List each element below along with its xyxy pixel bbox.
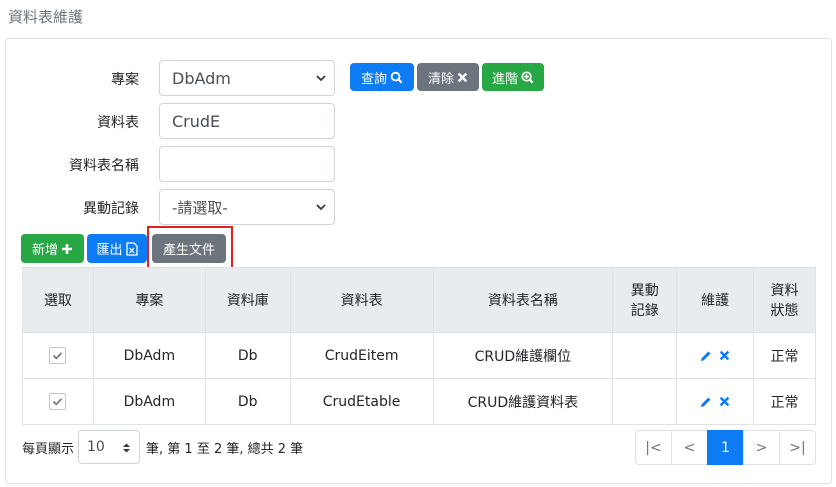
row-project-cell: DbAdm <box>92 378 206 425</box>
sort-caret-icon <box>123 443 131 453</box>
highlight-box <box>147 226 233 271</box>
delete-icon[interactable] <box>719 350 730 361</box>
search-icon <box>390 71 403 83</box>
col-status-header: 資料 狀態 <box>753 267 816 333</box>
row-table-name-cell: CRUD維護欄位 <box>432 332 614 379</box>
row-table-cell: CrudEtable <box>289 378 434 425</box>
row-change-cell <box>612 378 678 425</box>
row-change-cell <box>612 332 678 379</box>
export-button-label: 匯出 <box>96 243 123 258</box>
page-next-button[interactable]: > <box>743 430 780 465</box>
col-change-log-line1: 異動 <box>630 283 659 299</box>
row-maintain-cell <box>676 332 755 379</box>
excel-file-icon <box>125 241 138 256</box>
col-project-header: 專案 <box>92 267 206 333</box>
row-select-cell <box>22 332 94 379</box>
query-button-label: 查詢 <box>360 71 387 87</box>
table-row: DbAdm Db CrudEtable CRUD維護資料表 正常 <box>22 378 816 425</box>
row-status-cell: 正常 <box>753 378 816 425</box>
page-first-button[interactable]: |< <box>635 430 672 465</box>
export-button[interactable]: 匯出 <box>87 234 147 263</box>
chevron-down-icon <box>316 204 326 211</box>
delete-icon[interactable] <box>719 396 730 407</box>
row-maintain-cell <box>676 378 755 425</box>
col-status-line2: 狀態 <box>770 303 799 319</box>
col-change-log-header: 異動 記錄 <box>612 267 678 333</box>
col-table-name-header: 資料表名稱 <box>432 267 614 333</box>
project-label: 專案 <box>111 72 139 88</box>
table-name-label: 資料表名稱 <box>69 158 139 174</box>
add-button-label: 新增 <box>31 243 58 258</box>
plus-icon <box>62 243 72 254</box>
table-input[interactable]: CrudE <box>159 103 335 139</box>
page-prev-button[interactable]: < <box>671 430 708 465</box>
row-db-cell: Db <box>204 332 291 379</box>
check-icon <box>53 398 63 406</box>
table-header-row: 選取 專案 資料庫 資料表 資料表名稱 異動 記錄 維護 資料 狀態 <box>22 267 816 333</box>
row-project-cell: DbAdm <box>92 332 206 379</box>
page-size-select[interactable]: 10 <box>78 430 141 464</box>
col-maintain-header: 維護 <box>676 267 755 333</box>
change-log-select-value: -請選取- <box>172 198 228 217</box>
page-title: 資料表維護 <box>8 8 84 26</box>
row-table-name-cell: CRUD維護資料表 <box>432 378 614 425</box>
page-last-button[interactable]: >| <box>779 430 816 465</box>
edit-icon[interactable] <box>700 350 712 362</box>
row-checkbox[interactable] <box>49 393 67 410</box>
col-db-header: 資料庫 <box>204 267 291 333</box>
change-log-select[interactable]: -請選取- <box>159 189 335 225</box>
per-page-label: 每頁顯示 <box>22 441 75 457</box>
clear-button[interactable]: 清除 <box>417 63 479 91</box>
zoom-in-icon <box>521 70 534 83</box>
data-table: 選取 專案 資料庫 資料表 資料表名稱 異動 記錄 維護 資料 狀態 DbAdm <box>22 267 816 425</box>
change-log-label: 異動記錄 <box>83 201 139 217</box>
advanced-button[interactable]: 進階 <box>482 63 544 91</box>
query-button[interactable]: 查詢 <box>350 63 414 91</box>
pagination: |< < 1 > >| <box>635 430 816 465</box>
table-row: DbAdm Db CrudEitem CRUD維護欄位 正常 <box>22 332 816 379</box>
add-button[interactable]: 新增 <box>21 234 84 263</box>
edit-icon[interactable] <box>700 396 712 408</box>
table-input-value: CrudE <box>172 111 221 131</box>
row-checkbox[interactable] <box>49 347 67 364</box>
row-db-cell: Db <box>204 378 291 425</box>
advanced-button-label: 進階 <box>491 71 518 87</box>
row-status-cell: 正常 <box>753 332 816 379</box>
pager-info: 每頁顯示 10 筆, 第 1 至 2 筆, 總共 2 筆 <box>22 430 303 464</box>
pager-summary: 筆, 第 1 至 2 筆, 總共 2 筆 <box>146 441 304 457</box>
project-select[interactable]: DbAdm <box>159 60 335 96</box>
row-select-cell <box>22 378 94 425</box>
project-select-value: DbAdm <box>172 68 231 88</box>
table-name-input[interactable] <box>159 146 335 182</box>
col-select-header: 選取 <box>22 267 94 333</box>
row-table-cell: CrudEitem <box>289 332 434 379</box>
col-status-line1: 資料 <box>770 283 799 299</box>
clear-button-label: 清除 <box>427 71 454 87</box>
col-change-log-line2: 記錄 <box>630 303 659 319</box>
col-table-header: 資料表 <box>289 267 434 333</box>
page-current-button[interactable]: 1 <box>707 430 744 465</box>
table-label: 資料表 <box>97 115 139 131</box>
check-icon <box>53 352 63 360</box>
page-size-value: 10 <box>87 439 105 455</box>
chevron-down-icon <box>316 75 326 82</box>
close-icon <box>457 72 468 82</box>
